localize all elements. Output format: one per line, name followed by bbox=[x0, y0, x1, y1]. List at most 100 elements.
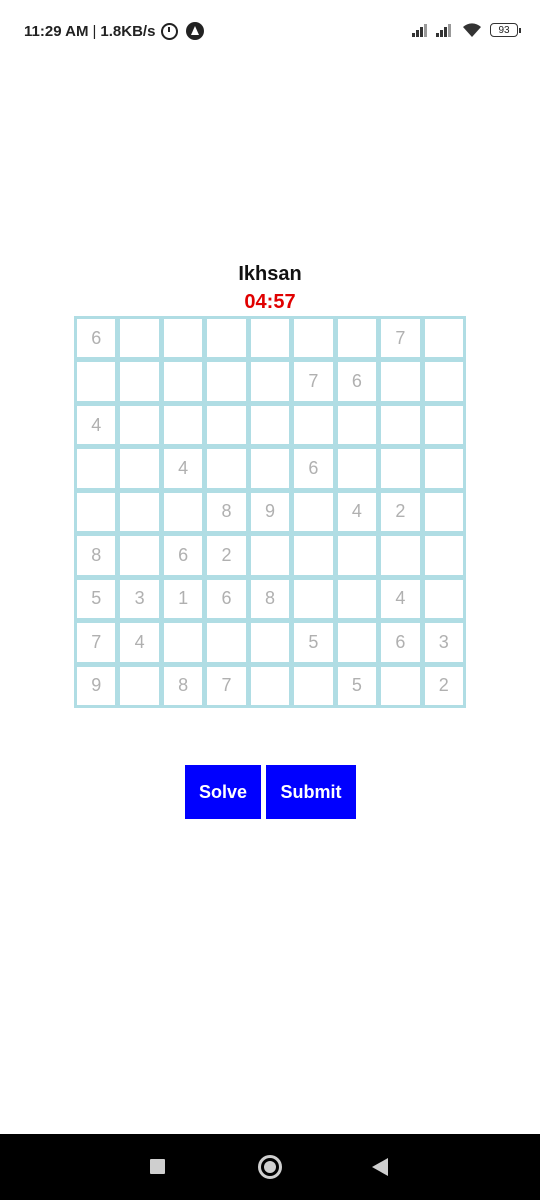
sudoku-cell-r3-c5[interactable] bbox=[250, 405, 290, 445]
app-badge-icon bbox=[186, 22, 205, 40]
sudoku-cell-r5-c5[interactable]: 9 bbox=[250, 492, 290, 532]
submit-button[interactable]: Submit bbox=[266, 765, 356, 819]
sudoku-cell-r8-c9[interactable]: 3 bbox=[424, 623, 463, 662]
sudoku-cell-r1-c7[interactable] bbox=[337, 319, 377, 358]
sudoku-cell-r2-c5[interactable] bbox=[250, 362, 290, 401]
sudoku-cell-r4-c8[interactable] bbox=[381, 449, 420, 488]
sudoku-cell-r8-c5[interactable] bbox=[250, 623, 290, 662]
sudoku-cell-r8-c3[interactable] bbox=[163, 623, 203, 662]
sudoku-cell-r2-c2[interactable] bbox=[120, 362, 159, 401]
sudoku-cell-r2-c6[interactable]: 7 bbox=[294, 362, 333, 401]
sudoku-cell-r5-c4[interactable]: 8 bbox=[207, 492, 246, 532]
sudoku-cell-r9-c5[interactable] bbox=[250, 666, 290, 705]
sudoku-cell-r9-c2[interactable] bbox=[120, 666, 159, 705]
sudoku-cell-r3-c7[interactable] bbox=[337, 405, 377, 445]
sudoku-cell-r7-c7[interactable] bbox=[337, 579, 377, 619]
solve-button[interactable]: Solve bbox=[185, 765, 261, 819]
sudoku-cell-r7-c8[interactable]: 4 bbox=[381, 579, 420, 619]
sudoku-cell-r8-c6[interactable]: 5 bbox=[294, 623, 333, 662]
sudoku-cell-r5-c1[interactable] bbox=[77, 492, 116, 532]
sudoku-cell-r1-c6[interactable] bbox=[294, 319, 333, 358]
sudoku-cell-r2-c9[interactable] bbox=[424, 362, 463, 401]
sudoku-cell-r2-c4[interactable] bbox=[207, 362, 246, 401]
sudoku-cell-r2-c8[interactable] bbox=[381, 362, 420, 401]
network-speed: 1.8KB/s bbox=[100, 22, 156, 40]
sudoku-cell-r3-c6[interactable] bbox=[294, 405, 333, 445]
sudoku-cell-r1-c5[interactable] bbox=[250, 319, 290, 358]
sudoku-cell-r1-c1[interactable]: 6 bbox=[77, 319, 116, 358]
sudoku-cell-r4-c5[interactable] bbox=[250, 449, 290, 488]
sudoku-cell-r1-c9[interactable] bbox=[424, 319, 463, 358]
status-left: 11:29 AM | 1.8KB/s bbox=[24, 22, 205, 40]
sudoku-cell-r7-c4[interactable]: 6 bbox=[207, 579, 246, 619]
sudoku-cell-r5-c8[interactable]: 2 bbox=[381, 492, 420, 532]
sudoku-cell-r6-c2[interactable] bbox=[120, 536, 159, 575]
sudoku-cell-r5-c6[interactable] bbox=[294, 492, 333, 532]
sudoku-cell-r6-c4[interactable]: 2 bbox=[207, 536, 246, 575]
sudoku-cell-r7-c6[interactable] bbox=[294, 579, 333, 619]
sudoku-cell-r3-c9[interactable] bbox=[424, 405, 463, 445]
player-name: Ikhsan bbox=[238, 263, 302, 285]
sudoku-cell-r9-c6[interactable] bbox=[294, 666, 333, 705]
sudoku-cell-r8-c4[interactable] bbox=[207, 623, 246, 662]
sudoku-cell-r3-c1[interactable]: 4 bbox=[77, 405, 116, 445]
sudoku-cell-r2-c7[interactable]: 6 bbox=[337, 362, 377, 401]
sudoku-cell-r2-c3[interactable] bbox=[163, 362, 203, 401]
sudoku-cell-r8-c1[interactable]: 7 bbox=[77, 623, 116, 662]
home-circle-icon[interactable] bbox=[258, 1155, 282, 1179]
navigation-bar bbox=[0, 1134, 540, 1200]
sudoku-cell-r4-c4[interactable] bbox=[207, 449, 246, 488]
sudoku-cell-r1-c8[interactable]: 7 bbox=[381, 319, 420, 358]
sudoku-cell-r1-c4[interactable] bbox=[207, 319, 246, 358]
sudoku-cell-r1-c3[interactable] bbox=[163, 319, 203, 358]
alarm-icon bbox=[161, 22, 179, 40]
sudoku-cell-r4-c7[interactable] bbox=[337, 449, 377, 488]
recents-square-icon[interactable] bbox=[150, 1159, 165, 1174]
back-triangle-icon[interactable] bbox=[372, 1158, 388, 1176]
sudoku-cell-r7-c3[interactable]: 1 bbox=[163, 579, 203, 619]
status-right: 93 bbox=[404, 22, 521, 38]
sudoku-board: 677644689428625316847456398752 bbox=[74, 316, 466, 708]
wifi-icon bbox=[463, 23, 481, 37]
sudoku-cell-r3-c8[interactable] bbox=[381, 405, 420, 445]
sudoku-cell-r6-c3[interactable]: 6 bbox=[163, 536, 203, 575]
sudoku-cell-r4-c6[interactable]: 6 bbox=[294, 449, 333, 488]
sudoku-cell-r6-c7[interactable] bbox=[337, 536, 377, 575]
sudoku-cell-r4-c1[interactable] bbox=[77, 449, 116, 488]
sudoku-cell-r4-c2[interactable] bbox=[120, 449, 159, 488]
sudoku-cell-r7-c5[interactable]: 8 bbox=[250, 579, 290, 619]
sudoku-cell-r6-c1[interactable]: 8 bbox=[77, 536, 116, 575]
sudoku-cell-r6-c8[interactable] bbox=[381, 536, 420, 575]
sudoku-cell-r9-c1[interactable]: 9 bbox=[77, 666, 116, 705]
sudoku-cell-r2-c1[interactable] bbox=[77, 362, 116, 401]
sudoku-cell-r6-c9[interactable] bbox=[424, 536, 463, 575]
sudoku-cell-r3-c2[interactable] bbox=[120, 405, 159, 445]
sudoku-cell-r5-c2[interactable] bbox=[120, 492, 159, 532]
sudoku-cell-r5-c3[interactable] bbox=[163, 492, 203, 532]
clock-time: 11:29 AM bbox=[24, 22, 89, 40]
sudoku-cell-r6-c5[interactable] bbox=[250, 536, 290, 575]
sudoku-cell-r7-c1[interactable]: 5 bbox=[77, 579, 116, 619]
sudoku-cell-r3-c3[interactable] bbox=[163, 405, 203, 445]
sudoku-cell-r4-c3[interactable]: 4 bbox=[163, 449, 203, 488]
sudoku-cell-r9-c7[interactable]: 5 bbox=[337, 666, 377, 705]
sudoku-cell-r5-c9[interactable] bbox=[424, 492, 463, 532]
sudoku-cell-r4-c9[interactable] bbox=[424, 449, 463, 488]
sudoku-cell-r9-c9[interactable]: 2 bbox=[424, 666, 463, 705]
sudoku-cell-r1-c2[interactable] bbox=[120, 319, 159, 358]
sudoku-cell-r9-c4[interactable]: 7 bbox=[207, 666, 246, 705]
sudoku-cell-r3-c4[interactable] bbox=[207, 405, 246, 445]
status-separator: | bbox=[92, 22, 97, 40]
sudoku-cell-r8-c7[interactable] bbox=[337, 623, 377, 662]
timer: 04:57 bbox=[244, 291, 296, 313]
sudoku-cell-r9-c3[interactable]: 8 bbox=[163, 666, 203, 705]
sudoku-cell-r7-c2[interactable]: 3 bbox=[120, 579, 159, 619]
signal-icon bbox=[436, 23, 452, 37]
battery-icon: 93 bbox=[490, 23, 521, 37]
sudoku-cell-r7-c9[interactable] bbox=[424, 579, 463, 619]
sudoku-cell-r9-c8[interactable] bbox=[381, 666, 420, 705]
sudoku-cell-r5-c7[interactable]: 4 bbox=[337, 492, 377, 532]
sudoku-cell-r8-c8[interactable]: 6 bbox=[381, 623, 420, 662]
sudoku-cell-r6-c6[interactable] bbox=[294, 536, 333, 575]
sudoku-cell-r8-c2[interactable]: 4 bbox=[120, 623, 159, 662]
